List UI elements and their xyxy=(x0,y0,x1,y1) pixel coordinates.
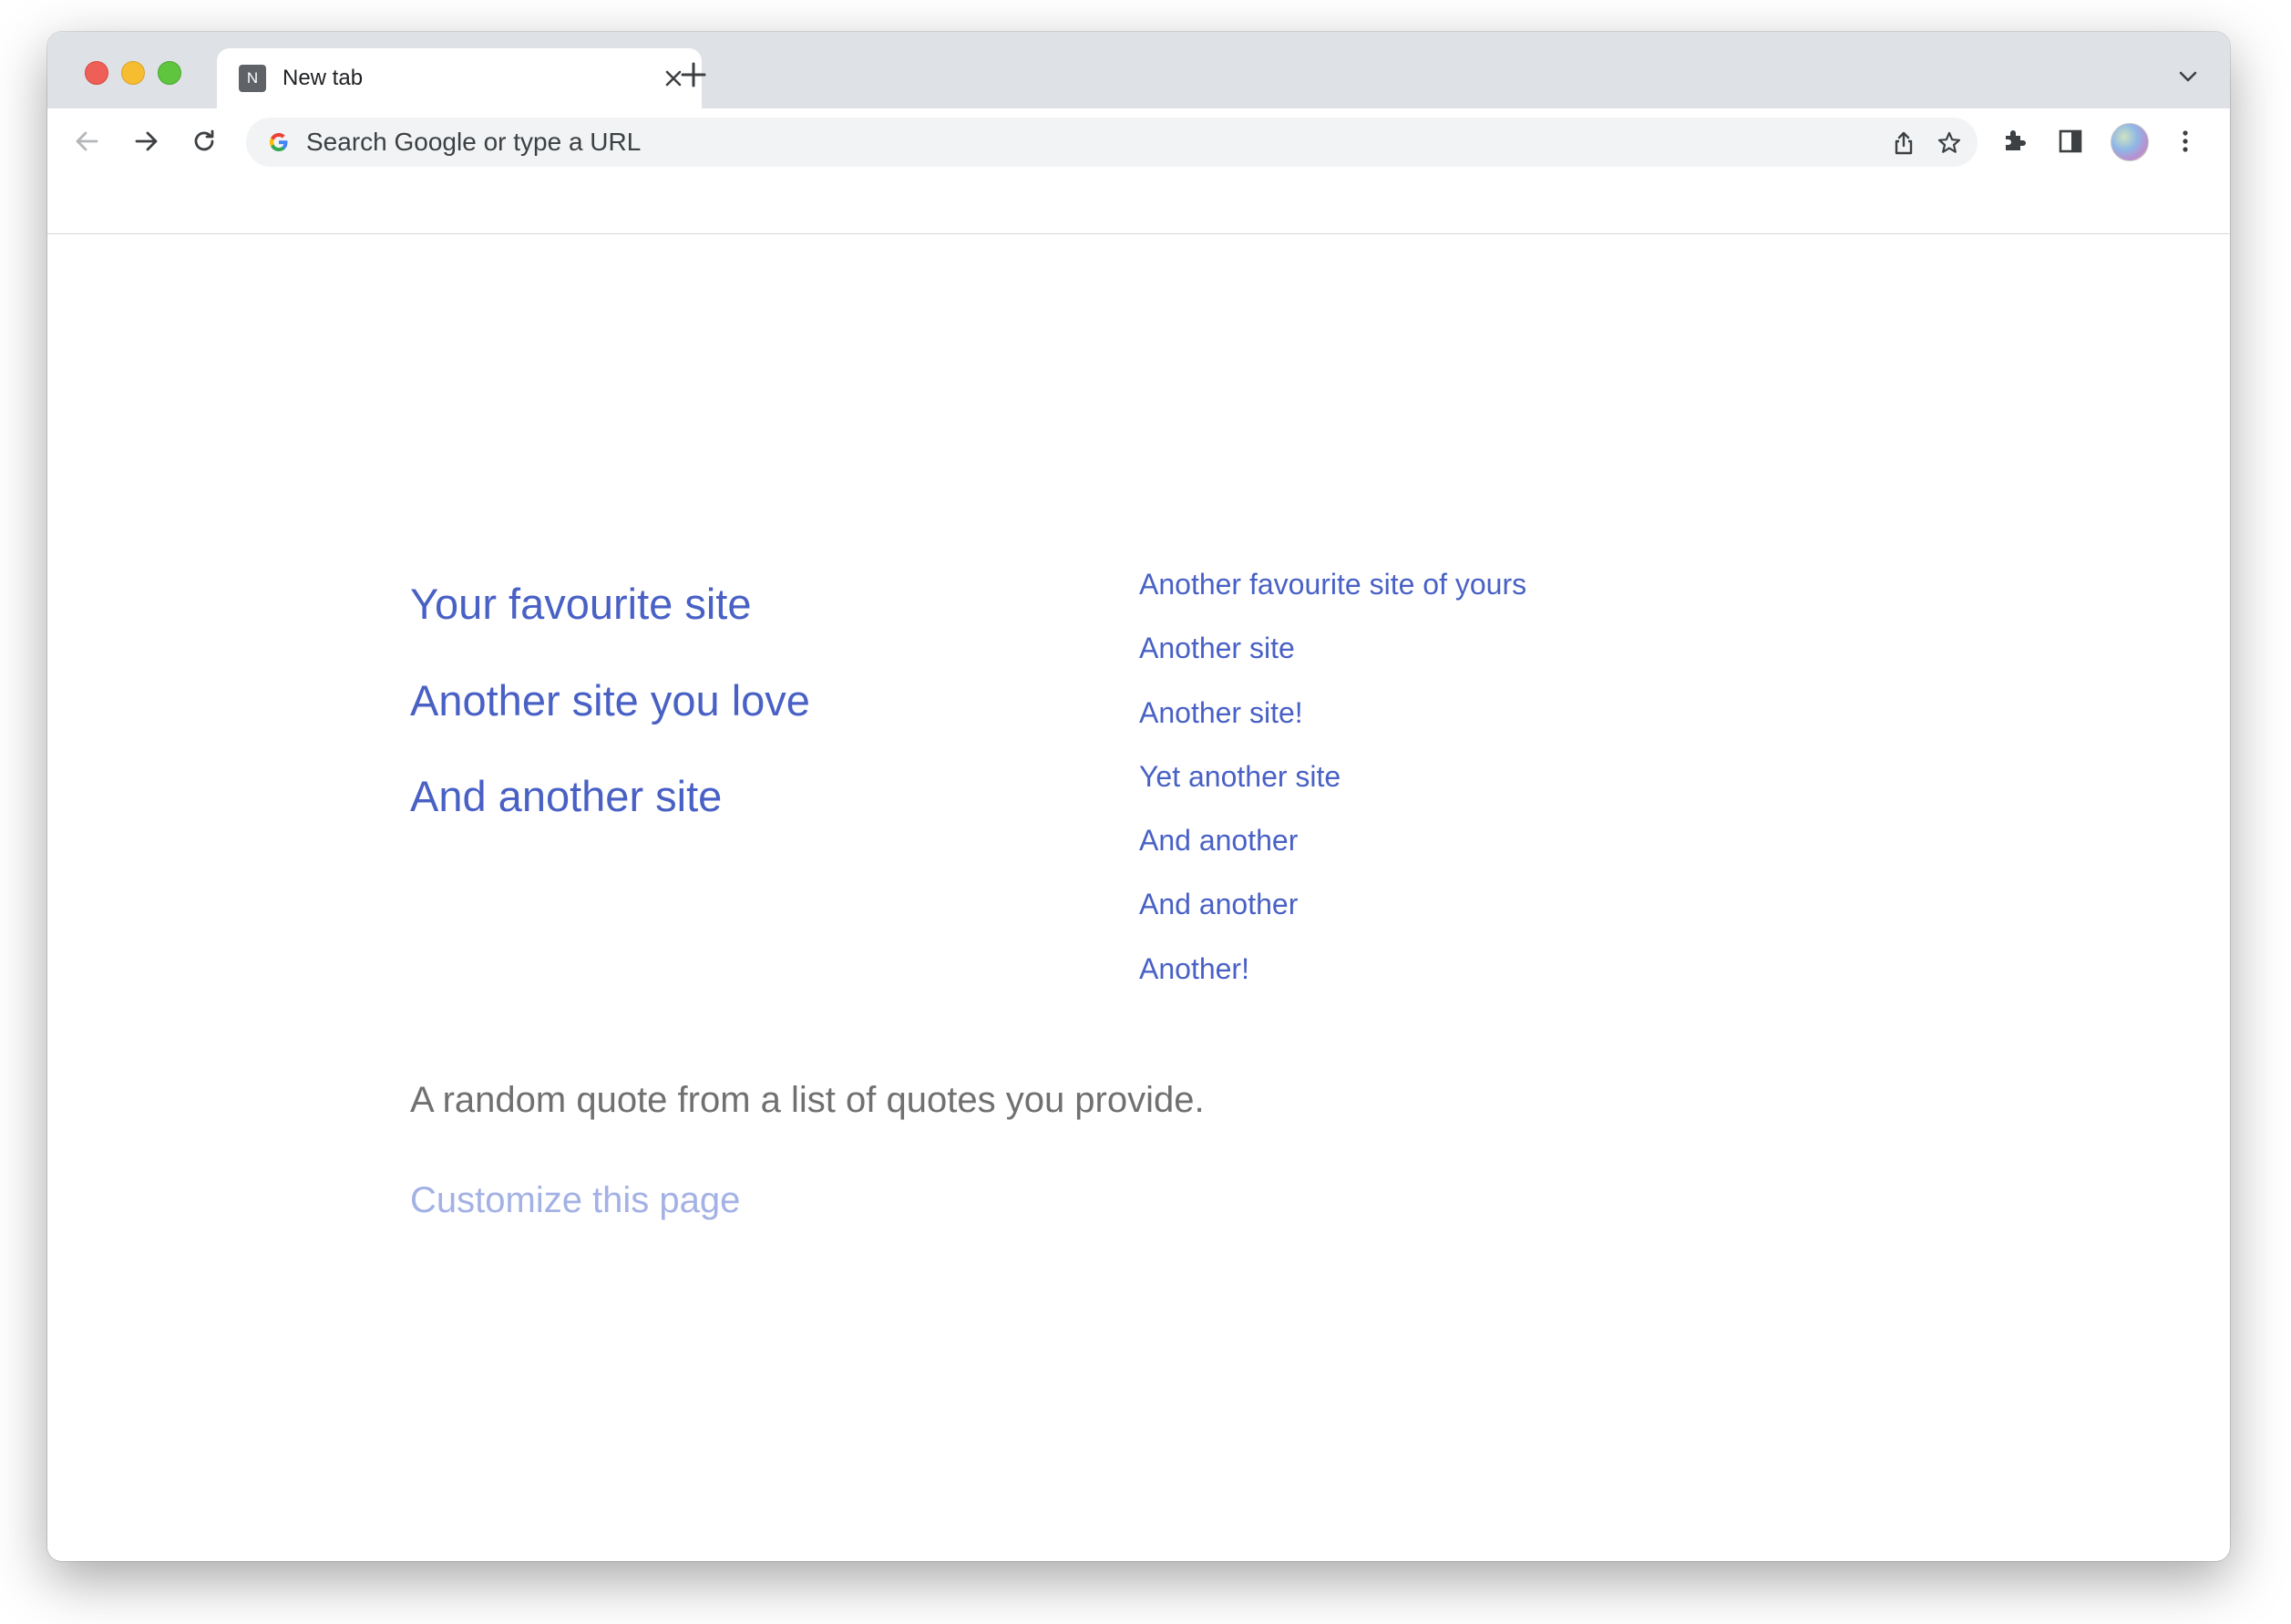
site-link[interactable]: Another favourite site of yours xyxy=(1139,566,1526,602)
site-link[interactable]: Another site xyxy=(1139,630,1295,666)
site-link[interactable]: And another xyxy=(1139,822,1298,858)
site-link[interactable]: And another xyxy=(1139,886,1298,922)
chevron-down-icon[interactable] xyxy=(2176,65,2200,88)
extensions-icon[interactable] xyxy=(1998,125,2030,158)
tab-title: New tab xyxy=(283,66,364,90)
avatar[interactable] xyxy=(2111,123,2149,161)
tab-favicon-icon: N xyxy=(239,65,266,92)
customize-page-link[interactable]: Customize this page xyxy=(410,1177,740,1223)
tab-strip: N New tab xyxy=(47,32,2230,108)
minimize-window-button[interactable] xyxy=(121,61,145,85)
side-panel-icon[interactable] xyxy=(2054,125,2087,158)
new-tab-icon[interactable] xyxy=(678,59,709,90)
site-link[interactable]: Yet another site xyxy=(1139,758,1341,795)
omnibox-input[interactable] xyxy=(306,118,1855,167)
bookmarks-bar xyxy=(47,174,2230,235)
back-arrow-icon[interactable] xyxy=(71,125,104,158)
address-bar[interactable] xyxy=(246,118,1978,167)
reload-icon[interactable] xyxy=(188,125,221,158)
site-link[interactable]: Another! xyxy=(1139,951,1249,987)
site-link[interactable]: Another site! xyxy=(1139,694,1303,731)
more-menu-icon[interactable] xyxy=(2169,125,2202,158)
google-icon xyxy=(270,133,288,151)
fullscreen-window-button[interactable] xyxy=(158,61,181,85)
close-window-button[interactable] xyxy=(85,61,108,85)
favourite-link[interactable]: Your favourite site xyxy=(410,579,752,630)
share-icon[interactable] xyxy=(1890,129,1917,157)
random-quote: A random quote from a list of quotes you… xyxy=(410,1080,1205,1120)
browser-window: N New tab Search Google or type a URL Yo… xyxy=(47,32,2230,1561)
forward-arrow-icon[interactable] xyxy=(129,125,162,158)
star-icon[interactable] xyxy=(1936,129,1963,157)
toolbar xyxy=(47,108,2230,174)
favourite-link[interactable]: And another site xyxy=(410,771,722,822)
new-tab-page: Your favourite site Another site you lov… xyxy=(47,234,2230,1561)
favourite-link[interactable]: Another site you love xyxy=(410,675,810,726)
tab-new-tab[interactable]: N New tab xyxy=(217,48,702,108)
